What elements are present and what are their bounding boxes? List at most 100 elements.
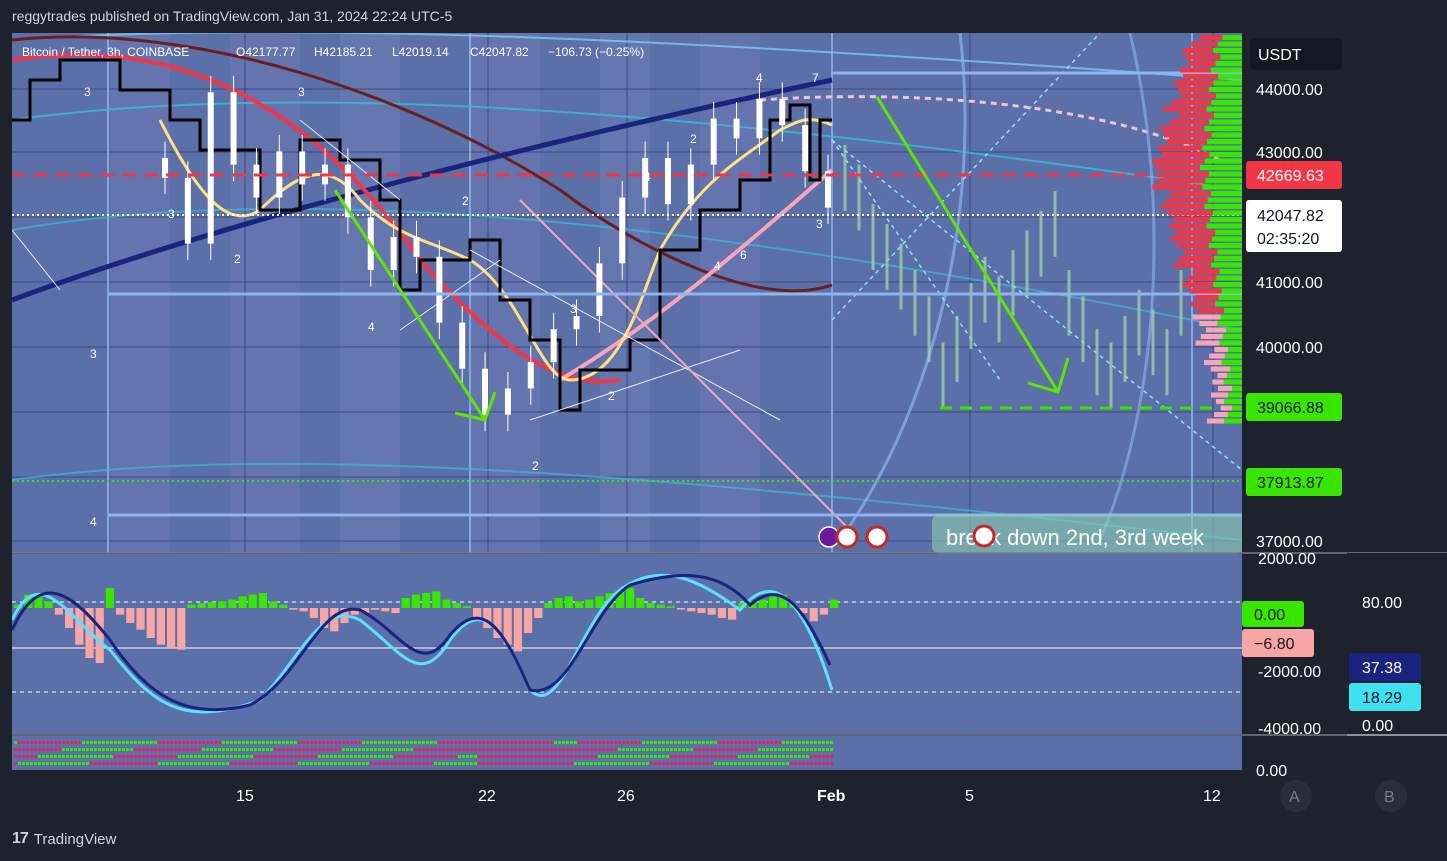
signal-dot bbox=[334, 748, 337, 751]
signal-dot bbox=[18, 748, 21, 751]
signal-dot bbox=[718, 762, 721, 765]
profile-bar-up bbox=[1217, 321, 1242, 326]
price-tick: 43000.00 bbox=[1256, 145, 1323, 162]
profile-bar-up bbox=[1206, 106, 1242, 112]
annotation-note[interactable]: break down 2nd, 3rd week bbox=[932, 514, 1244, 554]
signal-dot bbox=[286, 741, 289, 744]
signal-dot bbox=[406, 748, 409, 751]
signal-dot bbox=[218, 741, 221, 744]
histogram-bar bbox=[646, 603, 655, 608]
signal-dot bbox=[406, 755, 409, 758]
pane-buttons[interactable]: A B bbox=[1280, 780, 1407, 812]
signal-dot bbox=[406, 741, 409, 744]
signal-dot bbox=[406, 762, 409, 765]
signal-dot bbox=[426, 762, 429, 765]
signal-dot bbox=[610, 741, 613, 744]
signal-dot bbox=[614, 741, 617, 744]
signal-dot bbox=[438, 741, 441, 744]
profile-bar-down bbox=[1182, 48, 1213, 53]
histogram-bar bbox=[666, 606, 675, 608]
signal-dot bbox=[86, 741, 89, 744]
histogram-bar bbox=[218, 601, 227, 608]
profile-bar-down bbox=[1211, 392, 1228, 398]
signal-dot bbox=[590, 762, 593, 765]
signal-dot bbox=[30, 762, 33, 765]
signal-dot bbox=[446, 741, 449, 744]
price-tick: 37000.00 bbox=[1256, 534, 1323, 551]
profile-bar-up bbox=[1202, 184, 1242, 190]
signal-dot bbox=[186, 762, 189, 765]
profile-bar-down bbox=[1190, 301, 1216, 307]
signal-dot bbox=[362, 748, 365, 751]
profile-bar-up bbox=[1218, 295, 1242, 300]
histogram-bar bbox=[167, 608, 176, 648]
signal-dot bbox=[702, 748, 705, 751]
signal-dot bbox=[430, 741, 433, 744]
signal-dot bbox=[566, 741, 569, 744]
signal-dot bbox=[50, 748, 53, 751]
signal-dot bbox=[478, 762, 481, 765]
signal-dot bbox=[350, 748, 353, 751]
signal-dot bbox=[606, 741, 609, 744]
profile-bar-down bbox=[1207, 418, 1224, 424]
signal-dot bbox=[354, 762, 357, 765]
flag-icon bbox=[972, 524, 996, 548]
signal-dot bbox=[338, 741, 341, 744]
signal-dot bbox=[290, 762, 293, 765]
candle-body bbox=[825, 171, 831, 208]
profile-bar-down bbox=[1178, 113, 1214, 118]
signal-dot bbox=[110, 741, 113, 744]
signal-dot bbox=[722, 741, 725, 744]
signal-dot bbox=[426, 755, 429, 758]
signal-dot bbox=[114, 755, 117, 758]
signal-dot bbox=[766, 741, 769, 744]
signal-dot bbox=[358, 755, 361, 758]
chart-canvas[interactable]: 3 3 2 3 4 3 2 4 3 2 2 4 2 4 6 4 7 3 Bitc… bbox=[0, 0, 1447, 861]
signal-dot bbox=[578, 741, 581, 744]
signal-dot bbox=[318, 762, 321, 765]
signal-dot bbox=[638, 755, 641, 758]
signal-dot bbox=[118, 748, 121, 751]
signal-dot bbox=[734, 755, 737, 758]
signal-dot bbox=[274, 748, 277, 751]
price-tick: 41000.00 bbox=[1256, 275, 1323, 292]
signal-dot bbox=[802, 755, 805, 758]
signal-dot bbox=[774, 755, 777, 758]
signal-dot bbox=[810, 748, 813, 751]
signal-dot bbox=[694, 741, 697, 744]
signal-dot bbox=[158, 755, 161, 758]
signal-dot bbox=[346, 755, 349, 758]
signal-dot bbox=[50, 741, 53, 744]
wave-label: 3 bbox=[816, 217, 823, 231]
signal-dot bbox=[54, 762, 57, 765]
signal-dot bbox=[442, 741, 445, 744]
signal-dot bbox=[778, 762, 781, 765]
signal-dot bbox=[822, 748, 825, 751]
signal-dot bbox=[506, 748, 509, 751]
signal-dot bbox=[350, 741, 353, 744]
signal-dot bbox=[774, 762, 777, 765]
signal-dot bbox=[530, 748, 533, 751]
signal-dot bbox=[462, 741, 465, 744]
signal-dot bbox=[690, 762, 693, 765]
signal-dot bbox=[414, 755, 417, 758]
signal-dot bbox=[54, 755, 57, 758]
signal-dot bbox=[682, 755, 685, 758]
histogram-bar bbox=[677, 608, 686, 610]
histogram-bar bbox=[401, 598, 410, 608]
signal-dot bbox=[450, 741, 453, 744]
profile-bar-up bbox=[1212, 48, 1242, 53]
signal-dot bbox=[386, 755, 389, 758]
histogram-bar bbox=[513, 608, 522, 652]
signal-dot bbox=[262, 741, 265, 744]
event-flags[interactable] bbox=[818, 525, 889, 549]
signal-dot bbox=[630, 762, 633, 765]
signal-dot bbox=[102, 741, 105, 744]
signal-dot bbox=[98, 762, 101, 765]
signal-dot bbox=[806, 755, 809, 758]
signal-dot bbox=[310, 748, 313, 751]
signal-dot bbox=[50, 762, 53, 765]
signal-dot bbox=[362, 755, 365, 758]
signal-dot bbox=[430, 755, 433, 758]
histogram-bar bbox=[187, 604, 196, 608]
